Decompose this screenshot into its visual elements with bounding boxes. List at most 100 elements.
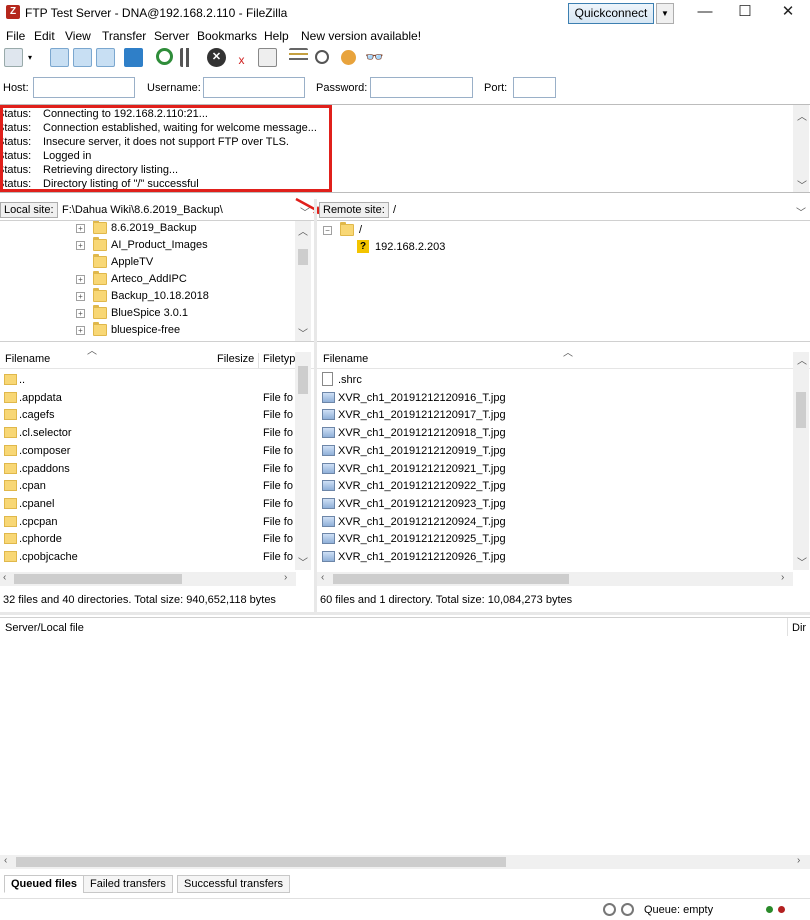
menu-view[interactable]: View bbox=[65, 29, 91, 43]
local-files-vertical-scrollbar[interactable]: ﹀ bbox=[295, 352, 311, 570]
expand-icon[interactable]: + bbox=[76, 224, 85, 233]
remote-site-path[interactable]: / bbox=[393, 204, 396, 216]
process-queue-icon[interactable] bbox=[180, 48, 199, 67]
queue-column-server-local-file[interactable]: Server/Local file bbox=[5, 622, 84, 634]
quickconnect-button[interactable]: Quickconnect bbox=[568, 3, 654, 24]
expand-icon[interactable]: + bbox=[76, 275, 85, 284]
password-input[interactable] bbox=[370, 77, 473, 98]
local-file-row[interactable]: .cpanel File fo bbox=[4, 496, 294, 514]
message-log-scrollbar[interactable]: ︿ ﹀ bbox=[793, 105, 809, 192]
menu-help[interactable]: Help bbox=[264, 29, 289, 43]
column-filetype[interactable]: Filetyp bbox=[263, 353, 295, 365]
queue-splitter[interactable] bbox=[0, 612, 810, 615]
username-input[interactable] bbox=[203, 77, 305, 98]
column-filename[interactable]: Filename bbox=[5, 353, 50, 365]
remote-files-horizontal-scrollbar[interactable]: ‹ › bbox=[317, 572, 793, 586]
reconnect-icon[interactable] bbox=[258, 48, 277, 67]
folder-icon bbox=[4, 462, 17, 474]
folder-icon bbox=[4, 427, 17, 439]
toggle-transfer-queue-icon[interactable] bbox=[124, 48, 143, 67]
remote-file-row[interactable]: XVR_ch1_20191212120921_T.jpg bbox=[322, 461, 790, 479]
expand-icon[interactable]: + bbox=[76, 309, 85, 318]
sync-browsing-icon[interactable] bbox=[341, 50, 356, 65]
tab-successful-transfers[interactable]: Successful transfers bbox=[177, 875, 291, 893]
disconnect-icon[interactable]: x bbox=[232, 48, 251, 67]
gear-icon[interactable] bbox=[603, 903, 616, 916]
image-file-icon bbox=[322, 551, 335, 562]
menu-bookmarks[interactable]: Bookmarks bbox=[197, 29, 257, 43]
column-filesize[interactable]: Filesize bbox=[217, 353, 254, 365]
username-label: Username: bbox=[147, 82, 201, 94]
local-file-row[interactable]: .cagefs File fo bbox=[4, 407, 294, 425]
expand-icon[interactable]: + bbox=[76, 241, 85, 250]
local-site-path[interactable]: F:\Dahua Wiki\8.6.2019_Backup\ bbox=[62, 204, 223, 216]
remote-file-row[interactable]: .shrc bbox=[322, 372, 790, 390]
close-button[interactable]: ✕ bbox=[766, 2, 810, 24]
queue-status: Queue: empty bbox=[644, 904, 714, 916]
filezilla-app-icon: Z bbox=[6, 5, 20, 19]
cancel-operation-icon[interactable]: ✕ bbox=[207, 48, 226, 67]
menu-transfer[interactable]: Transfer bbox=[102, 29, 146, 43]
local-file-row[interactable]: .cpan File fo bbox=[4, 478, 294, 496]
folder-icon bbox=[4, 409, 17, 421]
menu-server[interactable]: Server bbox=[154, 29, 189, 43]
toggle-local-tree-icon[interactable] bbox=[73, 48, 92, 67]
menu-new-version[interactable]: New version available! bbox=[301, 29, 421, 43]
queue-horizontal-scrollbar[interactable]: ‹ › bbox=[0, 855, 810, 869]
folder-icon bbox=[4, 480, 17, 492]
toggle-remote-tree-icon[interactable] bbox=[96, 48, 115, 67]
folder-icon bbox=[93, 322, 107, 336]
quickconnect-dropdown-icon[interactable]: ▼ bbox=[656, 3, 674, 24]
column-filename[interactable]: Filename bbox=[323, 353, 368, 365]
menu-edit[interactable]: Edit bbox=[34, 29, 55, 43]
remote-file-row[interactable]: XVR_ch1_20191212120916_T.jpg bbox=[322, 390, 790, 408]
local-tree-scrollbar[interactable]: ︿ ﹀ bbox=[295, 221, 311, 341]
remote-file-row[interactable]: XVR_ch1_20191212120918_T.jpg bbox=[322, 425, 790, 443]
image-file-icon bbox=[322, 444, 335, 456]
remote-file-row[interactable]: XVR_ch1_20191212120919_T.jpg bbox=[322, 443, 790, 461]
local-file-row[interactable]: .. bbox=[4, 372, 294, 390]
remote-file-row[interactable]: XVR_ch1_20191212120922_T.jpg bbox=[322, 478, 790, 496]
remote-file-row[interactable]: XVR_ch1_20191212120926_T.jpg bbox=[322, 549, 790, 567]
binoculars-icon[interactable]: 👓 bbox=[365, 48, 384, 67]
directory-filter-icon[interactable] bbox=[289, 48, 308, 67]
tab-failed-transfers[interactable]: Failed transfers bbox=[83, 875, 173, 893]
menu-file[interactable]: File bbox=[6, 29, 25, 43]
tab-queued-files[interactable]: Queued files bbox=[4, 875, 85, 893]
refresh-icon[interactable] bbox=[156, 48, 173, 65]
menu-bar: File Edit View Transfer Server Bookmarks… bbox=[0, 27, 810, 45]
local-file-row[interactable]: .cpobjcache File fo bbox=[4, 549, 294, 567]
toggle-message-log-icon[interactable] bbox=[50, 48, 69, 67]
remote-file-row[interactable]: XVR_ch1_20191212120925_T.jpg bbox=[322, 531, 790, 549]
local-file-row[interactable]: .cpcpan File fo bbox=[4, 514, 294, 532]
image-file-icon bbox=[322, 391, 335, 403]
host-input[interactable] bbox=[33, 77, 135, 98]
remote-file-row[interactable]: XVR_ch1_20191212120924_T.jpg bbox=[322, 514, 790, 532]
queue-column-direction[interactable]: Dir bbox=[792, 622, 806, 634]
local-file-row[interactable]: .cphorde File fo bbox=[4, 531, 294, 549]
collapse-icon[interactable]: − bbox=[323, 226, 332, 235]
folder-icon bbox=[4, 374, 17, 385]
port-input[interactable] bbox=[513, 77, 556, 98]
expand-icon[interactable]: + bbox=[76, 292, 85, 301]
local-file-row[interactable]: .composer File fo bbox=[4, 443, 294, 461]
speed-limit-icon[interactable] bbox=[621, 903, 634, 916]
local-file-row[interactable]: .cl.selector File fo bbox=[4, 425, 294, 443]
expand-icon[interactable]: + bbox=[76, 326, 85, 335]
local-file-row[interactable]: .appdata File fo bbox=[4, 390, 294, 408]
site-manager-icon[interactable] bbox=[4, 48, 23, 67]
maximize-button[interactable]: ☐ bbox=[723, 2, 767, 24]
local-file-row[interactable]: .cpaddons File fo bbox=[4, 461, 294, 479]
remote-site-label: Remote site: bbox=[319, 202, 389, 218]
find-icon[interactable] bbox=[315, 50, 329, 64]
remote-files-vertical-scrollbar[interactable]: ︿ ﹀ bbox=[793, 352, 809, 570]
minimize-button[interactable]: — bbox=[683, 2, 727, 24]
remote-file-row[interactable]: XVR_ch1_20191212120917_T.jpg bbox=[322, 407, 790, 425]
remote-site-dropdown-icon[interactable]: ﹀ bbox=[796, 204, 806, 219]
transfer-queue: Server/Local file Dir bbox=[0, 617, 810, 872]
folder-icon bbox=[93, 254, 107, 268]
remote-file-row[interactable]: XVR_ch1_20191212120923_T.jpg bbox=[322, 496, 790, 514]
local-files-horizontal-scrollbar[interactable]: ‹ › bbox=[0, 572, 296, 586]
site-manager-dropdown-icon[interactable]: ▾ bbox=[24, 48, 36, 67]
folder-icon bbox=[93, 288, 107, 302]
